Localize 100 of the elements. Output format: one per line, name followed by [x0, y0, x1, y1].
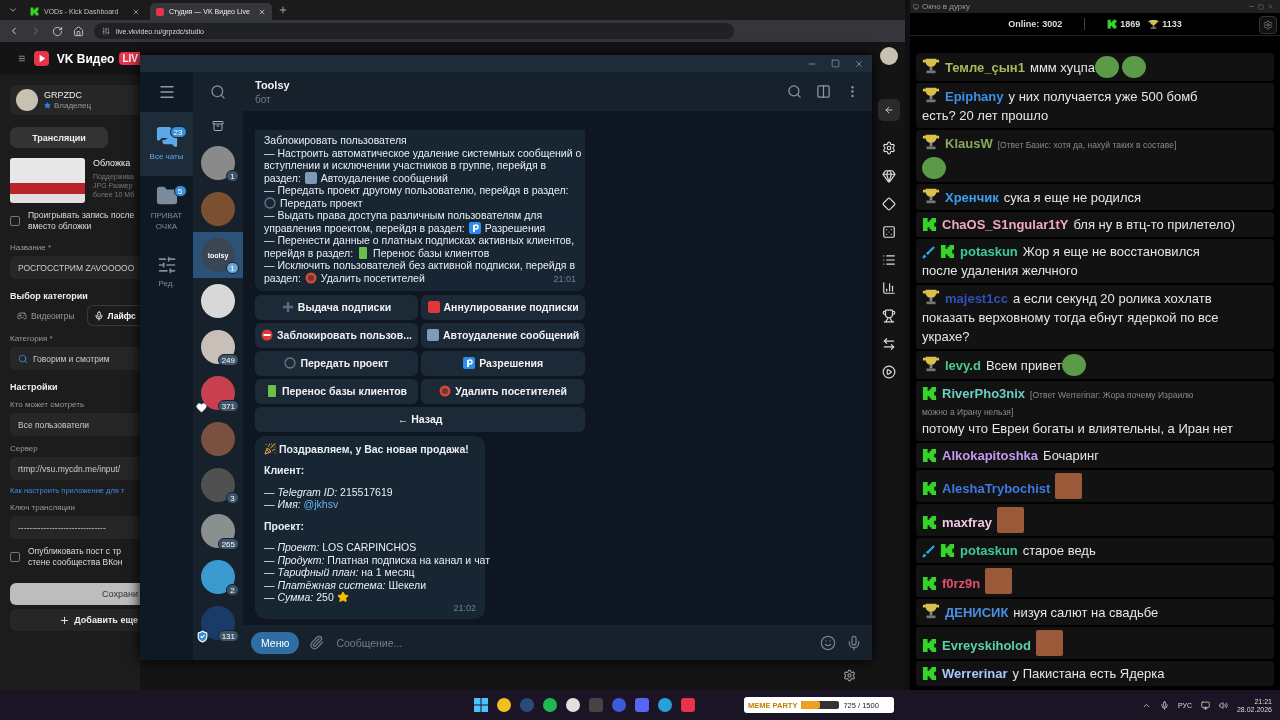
settings-icon[interactable] [843, 668, 856, 682]
collapse-button[interactable] [877, 99, 900, 121]
bot-button[interactable]: ← Назад [255, 406, 586, 432]
diamond-icon[interactable] [881, 197, 896, 211]
play-logo-icon [33, 51, 49, 66]
volume-icon[interactable] [1218, 700, 1228, 710]
username: ДЕНИСИК [945, 605, 1009, 620]
title-field[interactable]: РОСГОССТРИМ ZAVOOOOO [10, 256, 140, 279]
section-name: Удалить посетителей [320, 271, 425, 284]
checkbox[interactable] [10, 552, 20, 562]
microphone-icon[interactable] [1159, 700, 1169, 710]
avatar [201, 514, 235, 548]
chat-item[interactable]: 3 [193, 462, 243, 508]
bar-chart-icon[interactable] [881, 281, 896, 295]
maximize-icon[interactable] [831, 59, 840, 68]
gem-icon[interactable] [881, 169, 896, 183]
folder-tab[interactable]: 5 ПРИВАТ ОЧКА [140, 176, 193, 240]
avatar [201, 284, 235, 318]
microphone-icon[interactable] [846, 634, 862, 651]
message-text: — Передать проект другому пользователю, перейдя в раздел: [264, 184, 569, 197]
chat-item[interactable]: 1 [193, 140, 243, 186]
settings-button[interactable] [1259, 16, 1277, 34]
chat-item[interactable]: 249 [193, 324, 243, 370]
emote-placeholder [1095, 56, 1120, 78]
list-icon[interactable] [881, 253, 896, 267]
app-icon[interactable] [542, 698, 557, 712]
field-label: Ключ трансляции [10, 503, 77, 512]
avatar [201, 422, 235, 456]
bot-button[interactable]: Выдача подписки [255, 294, 418, 320]
unread-count: 5 [173, 184, 187, 197]
avatar [201, 468, 235, 502]
emoji-icon[interactable] [820, 634, 836, 651]
star-icon [336, 591, 349, 603]
broadcasts-tab[interactable]: Трансляции [10, 127, 108, 148]
save-button[interactable]: Сохрани [10, 583, 140, 605]
chat-item[interactable]: 2 [193, 554, 243, 600]
chat-item[interactable]: 371 [193, 370, 243, 416]
paperclip-icon[interactable] [309, 635, 325, 650]
bot-button[interactable]: Заблокировать пользов... [255, 322, 418, 348]
reload-icon[interactable] [52, 25, 63, 37]
book-icon [265, 385, 278, 397]
add-stream-button[interactable]: Добавить еще [10, 609, 140, 631]
folder-tab[interactable]: Ред. [140, 240, 193, 304]
search-icon[interactable] [210, 84, 226, 100]
emote-placeholder [1035, 630, 1063, 656]
chat-item[interactable]: 131 [193, 600, 243, 646]
folder-tab[interactable]: 23 Все чаты [140, 112, 193, 176]
server-field[interactable]: rtmp://vsu.mycdn.me/input/ [10, 457, 140, 480]
role-label: Владелец [54, 101, 91, 110]
bot-button[interactable]: Аннулирование подписки [421, 294, 586, 320]
username: majest1cc [945, 291, 1008, 306]
trophy-icon[interactable] [881, 309, 896, 323]
field-value: Платная подписка на канал и чат [327, 553, 491, 566]
p-sign-icon [468, 221, 481, 234]
k-logo-icon [30, 7, 39, 16]
menu-button[interactable]: Меню [251, 631, 300, 654]
app-icon[interactable] [657, 698, 672, 712]
close-icon[interactable] [854, 58, 864, 69]
square-icon [427, 329, 439, 341]
viewers-field[interactable]: Все пользователи [10, 413, 140, 436]
chat-item[interactable]: 265 [193, 508, 243, 554]
bot-button[interactable]: Передать проект [255, 350, 418, 376]
reply-quote: можно а Ирану нельзя] [922, 406, 1014, 419]
app-icon[interactable] [496, 698, 511, 712]
k-logo-icon [922, 481, 937, 496]
emote-placeholder [996, 507, 1024, 533]
category-field[interactable]: Говорим и смотрим [10, 347, 140, 370]
username: maxfray [942, 515, 992, 530]
username: Хренчик [945, 190, 999, 205]
avatar [201, 146, 235, 180]
bot-button[interactable]: Перенос базы клиентов [255, 378, 418, 404]
sidebar-icon[interactable] [816, 84, 831, 99]
username: Alkokapitoshka [942, 448, 1039, 463]
field-label: Категория * [10, 334, 54, 343]
dice-icon[interactable] [881, 225, 896, 239]
avatar [201, 560, 235, 594]
category-tab[interactable]: Видеоигры [10, 305, 81, 326]
stream-key-field[interactable]: ------------------------------- [10, 516, 140, 539]
username-link[interactable]: @jkhsv [303, 498, 339, 510]
app-icon[interactable] [565, 698, 580, 712]
checkbox[interactable] [10, 216, 20, 226]
start-icon[interactable] [473, 698, 488, 712]
field-label: Кто может смотреть [10, 400, 86, 409]
bot-button[interactable]: Автоудаление сообщений [421, 322, 586, 348]
k-logo-icon [922, 515, 937, 530]
field-name: — Имя: [264, 498, 301, 510]
menu-icon[interactable] [157, 83, 176, 101]
search-icon[interactable] [787, 84, 802, 99]
home-icon[interactable] [73, 25, 84, 37]
swap-icon[interactable] [881, 337, 896, 351]
monitor-icon[interactable] [1200, 700, 1210, 710]
section-name: Разрешения [484, 221, 546, 234]
message-input[interactable]: Сообщение... [334, 635, 810, 650]
k-logo-icon [940, 543, 955, 558]
field-name: — Тарифный план: [264, 566, 359, 578]
bot-button[interactable]: Разрешения [421, 350, 586, 376]
message-text: потому что Евреи богаты и влиятельны, а Иран нет [922, 420, 1233, 438]
bot-button[interactable]: Удалить посетителей [421, 378, 586, 404]
play-icon[interactable] [881, 365, 896, 379]
archive-icon[interactable] [212, 120, 224, 132]
